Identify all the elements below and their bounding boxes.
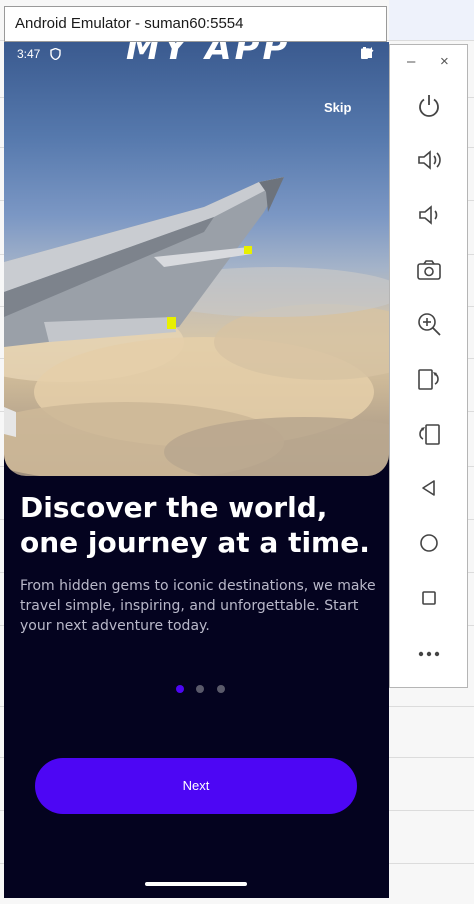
onboarding-description: From hidden gems to iconic destinations,… bbox=[20, 578, 376, 634]
camera-icon bbox=[417, 260, 441, 280]
rotate-right-button[interactable] bbox=[410, 415, 448, 453]
device-screen[interactable]: 3:47 MY APP Skip Discover the world, one… bbox=[4, 42, 389, 898]
more-button[interactable] bbox=[410, 635, 448, 673]
gesture-home-bar[interactable] bbox=[145, 882, 247, 886]
overview-button[interactable] bbox=[410, 579, 448, 617]
onboarding-headline: Discover the world, one journey at a tim… bbox=[20, 491, 370, 559]
next-button[interactable]: Next bbox=[35, 758, 357, 814]
skip-button[interactable]: Skip bbox=[324, 100, 351, 115]
emulator-toolbar: – × bbox=[389, 44, 468, 688]
minimize-button[interactable]: – bbox=[407, 53, 415, 73]
rotate-right-icon bbox=[419, 424, 440, 445]
volume-down-button[interactable] bbox=[410, 196, 448, 234]
back-icon bbox=[422, 480, 435, 496]
volume-up-button[interactable] bbox=[410, 141, 448, 179]
zoom-button[interactable] bbox=[410, 305, 448, 343]
more-icon bbox=[418, 651, 440, 657]
background-header bbox=[389, 0, 474, 40]
volume-down-icon bbox=[419, 205, 438, 225]
home-icon bbox=[420, 534, 438, 552]
emulator-titlebar[interactable]: Android Emulator - suman60:5554 bbox=[4, 6, 387, 42]
page-dot bbox=[216, 685, 225, 693]
page-indicator bbox=[176, 680, 233, 693]
battery-icon bbox=[361, 47, 368, 59]
window-title: Android Emulator - suman60:5554 bbox=[15, 15, 244, 32]
screenshot-button[interactable] bbox=[410, 251, 448, 289]
status-time: 3:47 bbox=[17, 47, 41, 61]
zoom-icon bbox=[418, 313, 441, 336]
back-button[interactable] bbox=[410, 469, 448, 507]
desktop: Android Emulator - suman60:5554 3:47 MY … bbox=[0, 0, 474, 904]
page-dot-active bbox=[176, 685, 184, 693]
rotate-left-icon bbox=[418, 369, 439, 390]
overview-icon bbox=[422, 591, 436, 605]
page-dot bbox=[196, 685, 205, 693]
volume-up-icon bbox=[418, 150, 441, 170]
rotate-left-button[interactable] bbox=[410, 360, 448, 398]
app-logo: MY APP bbox=[126, 42, 291, 68]
home-button[interactable] bbox=[410, 524, 448, 562]
hero-image: 3:47 MY APP Skip bbox=[4, 42, 389, 476]
power-button[interactable] bbox=[410, 87, 448, 125]
close-button[interactable]: × bbox=[440, 53, 449, 73]
power-icon bbox=[419, 95, 439, 117]
